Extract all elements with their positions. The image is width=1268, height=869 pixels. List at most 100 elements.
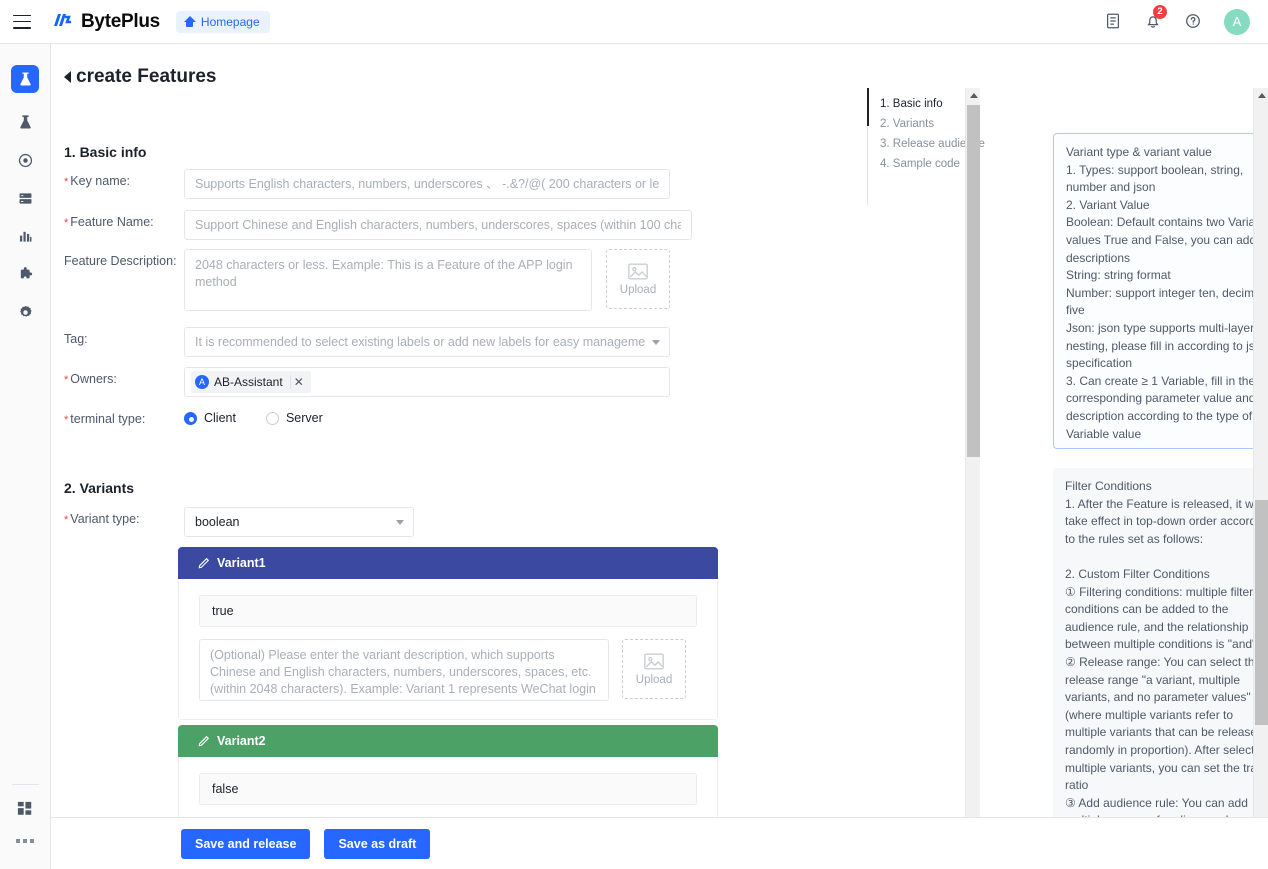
homepage-button[interactable]: Homepage: [175, 10, 270, 33]
variant-card-1: Variant1 true Upload: [178, 547, 718, 720]
radio-server-label: Server: [285, 411, 323, 425]
field-feature-description: Feature Description: Upload: [64, 249, 670, 311]
field-owners: * Owners: A AB-Assistant ✕: [64, 367, 670, 397]
sidebar-item-analytics[interactable]: [11, 222, 39, 250]
section-heading-variants: 2. Variants: [64, 480, 135, 496]
sidebar-item-flask[interactable]: [11, 108, 39, 136]
variant-2-title: Variant2: [217, 734, 266, 748]
homepage-label: Homepage: [200, 14, 260, 29]
tag-select[interactable]: It is recommended to select existing lab…: [184, 327, 670, 357]
page-scrollbar[interactable]: [1253, 88, 1268, 858]
feature-description-upload-button[interactable]: Upload: [606, 249, 670, 309]
owners-label: * Owners:: [64, 372, 117, 386]
scroll-up-button[interactable]: [1254, 88, 1268, 103]
radio-client[interactable]: Client: [184, 411, 236, 425]
variant-1-value-text: true: [212, 604, 234, 618]
image-placeholder-icon: [628, 263, 648, 280]
variant-2-header[interactable]: Variant2: [178, 725, 718, 757]
terminal-type-radio-group: Client Server: [184, 407, 323, 425]
variant-1-value[interactable]: true: [199, 595, 697, 627]
owner-name: AB-Assistant: [214, 375, 283, 389]
section-heading-basic-info: 1. Basic info: [64, 144, 147, 160]
variant-type-value: boolean: [195, 515, 240, 529]
main-content: create Features 1. Basic info * Key name:…: [51, 44, 1268, 869]
required-asterisk: *: [64, 374, 69, 386]
anchor-rail: [867, 126, 868, 206]
footer-action-bar: Save and release Save as draft: [51, 817, 1268, 869]
sidebar-item-server[interactable]: [11, 184, 39, 212]
page-title-text: create Features: [76, 66, 217, 87]
upload-label: Upload: [619, 284, 657, 296]
field-variant-type: * Variant type: boolean: [64, 507, 414, 537]
variant-type-label: * Variant type:: [64, 512, 140, 526]
feature-name-input[interactable]: [184, 210, 692, 240]
field-feature-name: * Feature Name:: [64, 210, 692, 240]
field-tag: Tag: It is recommended to select existin…: [64, 327, 670, 357]
back-caret-icon[interactable]: [64, 70, 71, 83]
notification-badge: 2: [1153, 4, 1167, 19]
feature-description-label: Feature Description:: [64, 254, 177, 268]
upload-label: Upload: [635, 674, 673, 686]
variant-2-value[interactable]: false: [199, 773, 697, 805]
feature-description-textarea[interactable]: [184, 249, 592, 311]
variant-type-select[interactable]: boolean: [184, 507, 414, 537]
avatar-initial: A: [1232, 14, 1242, 29]
brand-name: BytePlus: [81, 10, 160, 32]
sidebar-item-experiment-active[interactable]: [11, 65, 39, 93]
top-header-bar: BytePlus Homepage 2 A: [0, 0, 1268, 44]
content-scrollbar[interactable]: [965, 88, 980, 858]
header-actions: 2 A: [1104, 4, 1268, 35]
owner-chip[interactable]: A AB-Assistant ✕: [191, 371, 311, 393]
required-asterisk: *: [64, 514, 69, 526]
required-asterisk: *: [64, 414, 69, 426]
close-icon[interactable]: ✕: [289, 375, 307, 389]
left-sidebar: [0, 44, 51, 869]
radio-client-label: Client: [204, 411, 236, 425]
page-scrollbar-thumb[interactable]: [1255, 500, 1268, 725]
home-icon: [183, 16, 196, 27]
required-asterisk: *: [64, 217, 69, 229]
tag-placeholder: It is recommended to select existing lab…: [195, 335, 646, 349]
feature-name-label: * Feature Name:: [64, 215, 154, 229]
save-and-release-button[interactable]: Save and release: [181, 828, 311, 859]
save-as-draft-button[interactable]: Save as draft: [324, 828, 431, 859]
brand-logo[interactable]: BytePlus: [53, 11, 160, 33]
variant-1-description-textarea[interactable]: [199, 639, 609, 701]
help-panel-filter-conditions: Filter Conditions 1. After the Feature i…: [1053, 468, 1268, 858]
byteplus-mark-icon: [54, 14, 71, 26]
variant-1-upload-button[interactable]: Upload: [622, 639, 686, 699]
radio-server[interactable]: Server: [265, 411, 323, 425]
field-key-name: * Key name:: [64, 169, 670, 199]
field-terminal-type: * terminal type: Client Server: [64, 407, 323, 426]
chevron-up-icon: [1257, 93, 1266, 98]
content-scrollbar-thumb[interactable]: [967, 105, 980, 457]
bell-icon[interactable]: 2: [1144, 4, 1167, 32]
chevron-down-icon: [396, 519, 404, 525]
image-placeholder-icon: [644, 653, 664, 670]
avatar[interactable]: A: [1224, 8, 1250, 35]
variant-1-description-row: Upload: [199, 639, 697, 701]
help-circle-icon[interactable]: [1184, 12, 1204, 32]
chevron-up-icon: [969, 93, 978, 98]
ellipsis-icon[interactable]: [16, 839, 34, 843]
chevron-down-icon: [652, 339, 660, 345]
required-asterisk: *: [64, 176, 69, 188]
radio-dot-selected: [184, 411, 197, 425]
owners-field[interactable]: A AB-Assistant ✕: [184, 367, 670, 397]
document-icon[interactable]: [1104, 12, 1124, 32]
key-name-input[interactable]: [184, 169, 670, 199]
sidebar-bottom-group: [0, 784, 50, 869]
sidebar-item-settings[interactable]: [11, 298, 39, 326]
sidebar-item-target[interactable]: [11, 146, 39, 174]
pencil-icon[interactable]: [198, 557, 210, 569]
scroll-up-button[interactable]: [966, 88, 981, 103]
pencil-icon[interactable]: [198, 735, 210, 747]
variant-2-value-text: false: [212, 782, 239, 796]
sidebar-item-plugins[interactable]: [11, 260, 39, 288]
terminal-type-label: * terminal type:: [64, 412, 146, 426]
sidebar-item-apps[interactable]: [11, 795, 39, 823]
variant-1-header[interactable]: Variant1: [178, 547, 718, 579]
anchor-active-rail: [867, 88, 869, 126]
hamburger-icon[interactable]: [13, 14, 31, 29]
help-panel-variant-type: Variant type & variant value 1. Types: s…: [1053, 133, 1268, 449]
